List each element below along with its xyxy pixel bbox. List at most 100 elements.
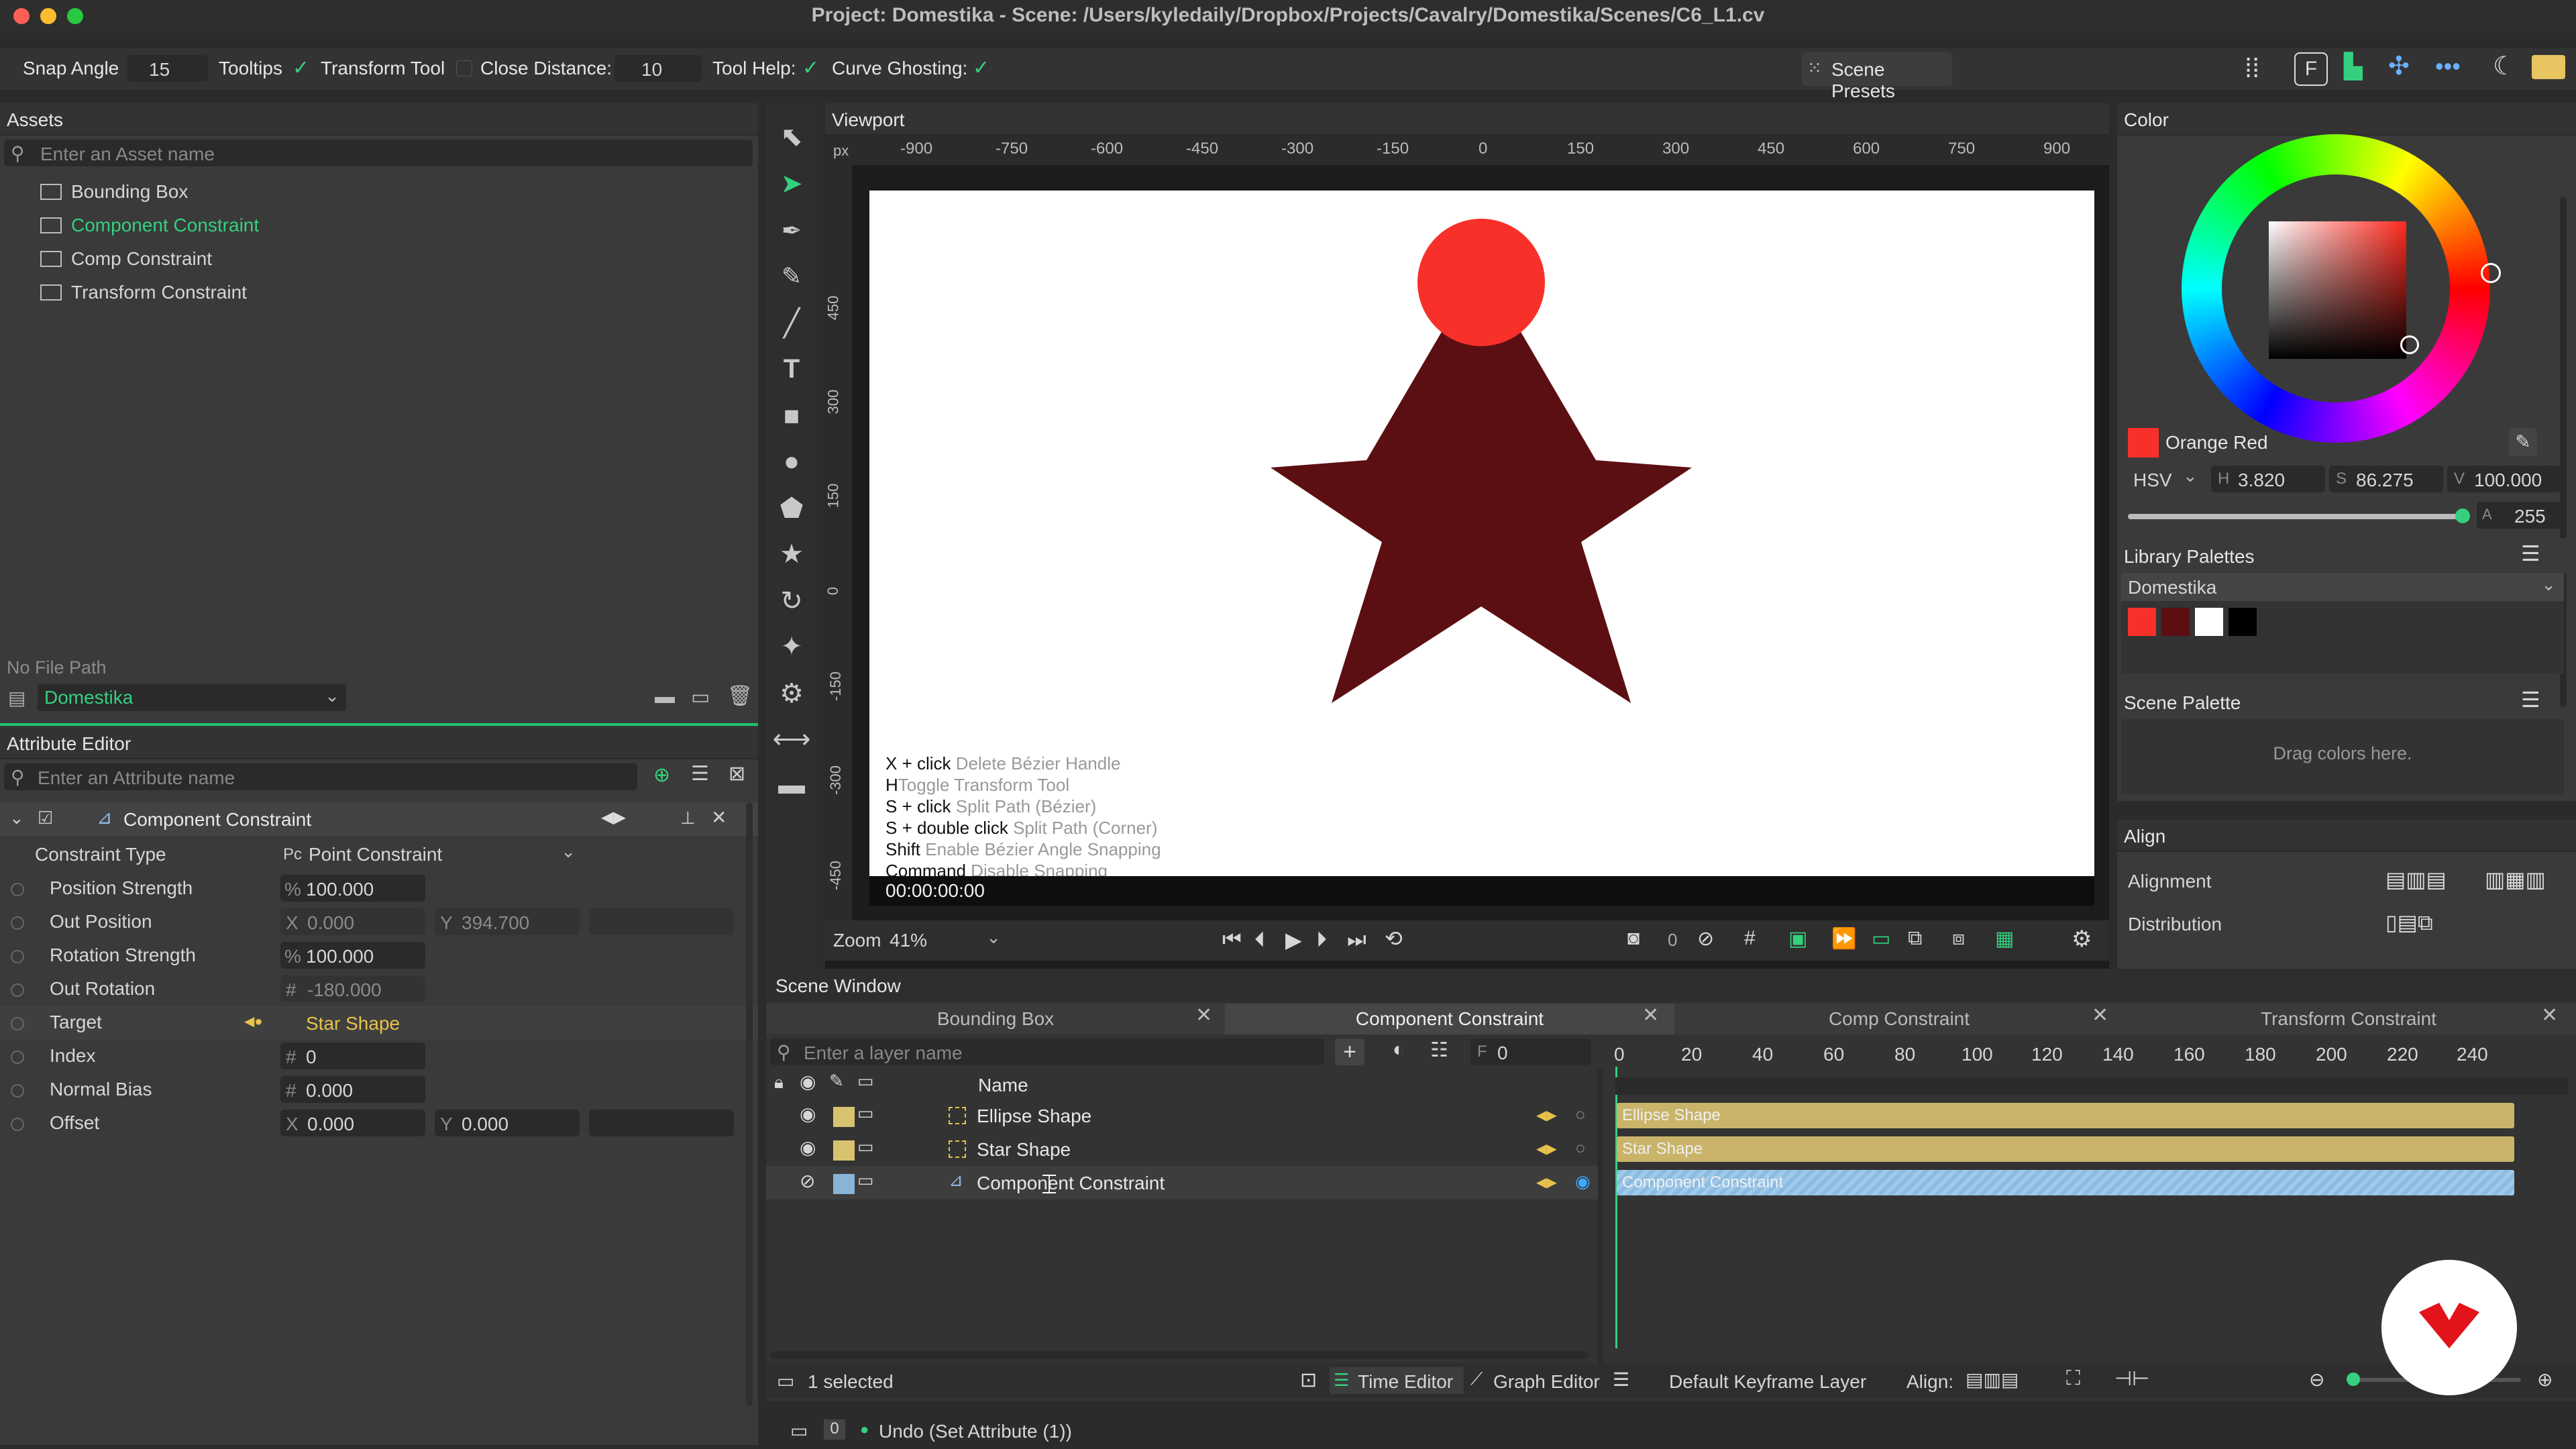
close-icon[interactable]: ✕	[1195, 1004, 1212, 1027]
solo-dot-icon[interactable]: ○	[1575, 1138, 1586, 1159]
ellipse-tool-icon[interactable]: ●	[771, 441, 812, 482]
tool-help-checkbox[interactable]: ✓	[802, 56, 819, 80]
line-tool-icon[interactable]: ╱	[771, 303, 812, 343]
align-left-icon[interactable]: ▙	[2344, 52, 2363, 80]
select-arrow-icon[interactable]: ⬉	[771, 117, 812, 157]
align-vertical-icons[interactable]: ▥▦▥	[2485, 867, 2546, 892]
sv-handle[interactable]	[2400, 335, 2419, 354]
project-select[interactable]: Domestika ⌄	[38, 684, 346, 711]
timeline-bar-constraint[interactable]: Component Constraint	[1617, 1170, 2514, 1195]
close-icon[interactable]: ✕	[1642, 1004, 1659, 1027]
out-position-y-field[interactable]: Y 394.700	[435, 908, 580, 935]
skip-end-icon[interactable]: ⏭	[1347, 927, 1366, 953]
align-keys-icons[interactable]: ▤▥▤	[1966, 1368, 2019, 1391]
asset-item[interactable]: Comp Constraint	[0, 241, 758, 275]
eye-icon[interactable]: ◉	[800, 1103, 816, 1125]
connect-icon[interactable]: ◀●	[244, 1013, 262, 1030]
alpha-slider[interactable]	[2128, 508, 2470, 523]
menu-icon[interactable]: ☰	[2521, 687, 2540, 712]
solo-icon[interactable]: ◐	[1393, 1038, 1405, 1061]
step-forward-icon[interactable]: ⏵	[1316, 927, 1327, 953]
keyframe-toggle-icon[interactable]: ◀▶	[1536, 1174, 1557, 1191]
keyframe-dot[interactable]	[11, 1118, 24, 1131]
arc-tool-icon[interactable]: ↻	[771, 581, 812, 621]
keyframe-dot[interactable]	[11, 916, 24, 930]
camera-icon[interactable]: ◙	[1627, 927, 1640, 950]
ellipse-shape[interactable]	[1417, 219, 1545, 346]
keyframe-dot[interactable]	[11, 1084, 24, 1097]
graph-editor-button[interactable]: ⟋ Graph Editor	[1466, 1367, 1601, 1394]
keyframe-dot[interactable]	[11, 1017, 24, 1030]
close-distance-field[interactable]: 10	[614, 55, 702, 82]
layer-header[interactable]: ⌄ ☑ ⊿ Component Constraint ◀▶ ⊥ ✕	[0, 802, 758, 836]
resize-arrows-icon[interactable]: ⟷	[771, 719, 812, 759]
saturation-value-square[interactable]	[2269, 221, 2419, 359]
fast-forward-icon[interactable]: ⏩	[1831, 927, 1856, 951]
layers-icon[interactable]: ⧉	[1908, 927, 1922, 950]
keyframe-dot[interactable]	[11, 883, 24, 896]
keyframe-dot[interactable]	[11, 1051, 24, 1064]
mask-icon[interactable]: ▭	[857, 1103, 874, 1124]
layer-row[interactable]: ◉ ▭ Star Shape ◀▶ ○	[766, 1132, 1598, 1166]
asset-item[interactable]: Bounding Box	[0, 174, 758, 208]
rotation-strength-field[interactable]: % 100.000	[280, 942, 425, 969]
eye-icon[interactable]: ◉	[800, 1136, 816, 1159]
curve-ghosting-checkbox[interactable]: ✓	[973, 56, 989, 80]
eyedropper-icon[interactable]: ✎	[2509, 428, 2537, 456]
timeline-bar-star[interactable]: Star Shape	[1617, 1136, 2514, 1162]
guides-icon[interactable]: ⊘	[1697, 927, 1714, 951]
keyframe-toggle-icon[interactable]: ◀▶	[1536, 1140, 1557, 1157]
step-back-icon[interactable]: ⏴	[1254, 927, 1265, 953]
trash-icon[interactable]: 🗑	[727, 684, 753, 708]
tab-bounding-box[interactable]: Bounding Box	[766, 1004, 1225, 1034]
overlay-icon[interactable]: ⧈	[1952, 927, 1965, 950]
asset-item[interactable]: Component Constraint	[0, 208, 758, 241]
tab-component-constraint[interactable]: Component Constraint	[1225, 1004, 1674, 1034]
timeline-ruler[interactable]: 0 20 40 60 80 100 120 140 160 180 200 22…	[1607, 1036, 2576, 1076]
distribute-icons[interactable]: ▯▤⧉	[2385, 910, 2433, 936]
safe-area-icon[interactable]: ▣	[1788, 927, 1807, 951]
sparkle-tool-icon[interactable]: ✦	[771, 627, 812, 667]
grid-icon[interactable]: #	[1744, 927, 1756, 950]
snap-icon[interactable]: ⊣⊢	[2114, 1367, 2149, 1391]
offset-y-field[interactable]: Y 0.000	[435, 1110, 580, 1136]
timeline-zoom-handle[interactable]	[2347, 1373, 2360, 1386]
mask-icon[interactable]: ▭	[857, 1170, 874, 1191]
composition-canvas[interactable]: X + click Delete Bézier Handle HToggle T…	[869, 191, 2094, 877]
offset-x-field[interactable]: X 0.000	[280, 1110, 425, 1136]
time-editor-button[interactable]: ☰ Time Editor	[1330, 1367, 1464, 1394]
layer-filter-icon[interactable]: ☷	[1430, 1038, 1448, 1062]
fit-icon[interactable]: ⛶	[2066, 1367, 2080, 1390]
hue-field[interactable]: H 3.820	[2211, 466, 2325, 492]
keyframe-toggle-icon[interactable]: ◀▶	[1536, 1107, 1557, 1124]
normal-bias-field[interactable]: # 0.000	[280, 1076, 425, 1103]
layer-color-chip[interactable]	[833, 1174, 855, 1194]
grid-dots-icon[interactable]: ⁞⁞	[2245, 54, 2259, 84]
hue-handle[interactable]	[2481, 263, 2501, 283]
layer-search-input[interactable]: ⚲ Enter a layer name	[770, 1038, 1324, 1065]
menu-icon[interactable]: ☰	[2521, 541, 2540, 566]
layer-color-chip[interactable]	[833, 1107, 855, 1127]
alpha-slider-handle[interactable]	[2455, 508, 2470, 523]
position-strength-field[interactable]: % 100.000	[280, 875, 425, 902]
target-field[interactable]: Star Shape	[280, 1009, 737, 1036]
close-icon[interactable]: ✕	[2092, 1004, 2108, 1027]
gear-icon[interactable]: ⚙	[771, 674, 812, 714]
monitor-icon[interactable]: ▭	[691, 686, 710, 709]
add-layer-button[interactable]: +	[1335, 1038, 1364, 1065]
constraint-type-select[interactable]: Pc Point Constraint ⌄	[280, 841, 581, 868]
star-tool-icon[interactable]: ★	[771, 534, 812, 574]
keyframe-toggle-icon[interactable]: ◀▶	[601, 808, 626, 827]
clear-icon[interactable]: ⊠	[729, 762, 745, 786]
solo-dot-icon[interactable]: ◉	[1575, 1171, 1591, 1192]
out-position-x-field[interactable]: X 0.000	[280, 908, 425, 935]
pick-attribute-icon[interactable]: ⊕	[653, 763, 670, 787]
frame-field[interactable]: F 0	[1470, 1038, 1591, 1065]
color-wheel[interactable]	[2182, 134, 2501, 443]
palette-swatch[interactable]	[2229, 608, 2257, 636]
text-tool-icon[interactable]: T	[771, 349, 812, 389]
gear-icon[interactable]: ⚙	[2072, 926, 2092, 953]
timeline-bar-ellipse[interactable]: Ellipse Shape	[1617, 1103, 2514, 1128]
attribute-scrollbar[interactable]	[746, 802, 753, 1406]
close-distance-checkbox[interactable]	[456, 60, 472, 76]
